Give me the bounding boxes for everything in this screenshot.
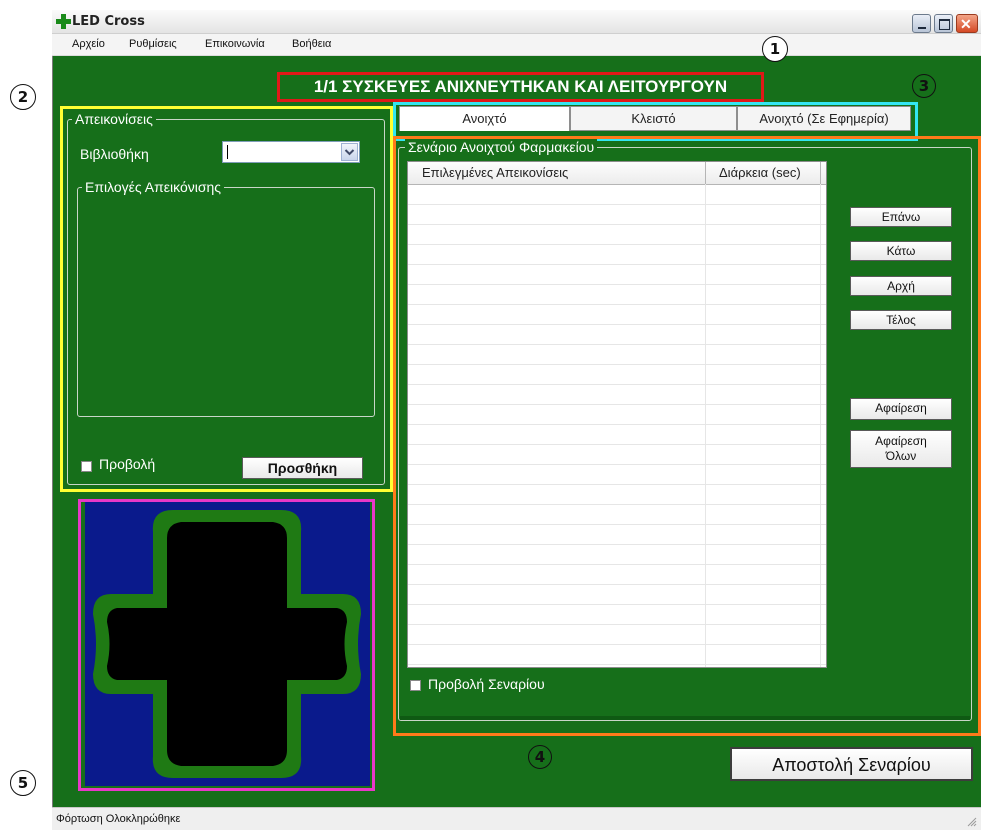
send-scenario-button[interactable]: Αποστολή Σεναρίου [730, 747, 973, 781]
menu-help[interactable]: Βοήθεια [292, 38, 331, 50]
preview-checkbox[interactable] [81, 461, 92, 472]
table-header: Επιλεγμένες Απεικονίσεις Διάρκεια (sec) [408, 162, 826, 185]
minimize-icon[interactable] [912, 14, 931, 33]
table-row[interactable] [408, 564, 826, 565]
library-select[interactable] [222, 141, 360, 163]
menu-bar: Αρχείο Ρυθμίσεις Επικοινωνία Βοήθεια [52, 34, 981, 56]
table-row[interactable] [408, 284, 826, 285]
scenario-preview-label: Προβολή Σεναρίου [428, 676, 545, 692]
status-text: Φόρτωση Ολοκληρώθηκε [56, 813, 181, 825]
tab-on-duty[interactable]: Ανοιχτό (Σε Εφημερία) [737, 106, 911, 131]
display-options-group [77, 187, 375, 417]
table-row[interactable] [408, 424, 826, 425]
table-row[interactable] [408, 224, 826, 225]
tab-open[interactable]: Ανοιχτό [399, 106, 570, 131]
preview-label: Προβολή [99, 456, 156, 472]
remove-all-button[interactable]: Αφαίρεση Όλων [850, 430, 952, 468]
column-selected-displays[interactable]: Επιλεγμένες Απεικονίσεις [422, 165, 568, 180]
display-options-title: Επιλογές Απεικόνισης [82, 179, 225, 195]
title-bar [52, 10, 981, 34]
table-row[interactable] [408, 264, 826, 265]
move-up-button[interactable]: Επάνω [850, 207, 952, 227]
move-start-button[interactable]: Αρχή [850, 276, 952, 296]
tab-closed[interactable]: Κλειστό [570, 106, 737, 131]
table-row[interactable] [408, 384, 826, 385]
table-row[interactable] [408, 504, 826, 505]
table-row[interactable] [408, 544, 826, 545]
resize-grip-icon[interactable] [967, 817, 977, 827]
maximize-icon[interactable] [934, 14, 953, 33]
callout-3: 3 [912, 74, 936, 98]
scenario-scrollbar[interactable] [400, 716, 970, 720]
table-row[interactable] [408, 524, 826, 525]
led-cross-preview [85, 502, 370, 786]
column-duration[interactable]: Διάρκεια (sec) [719, 165, 801, 180]
status-bar: Φόρτωση Ολοκληρώθηκε [52, 807, 981, 830]
window-title: LED Cross [72, 14, 145, 29]
remove-button[interactable]: Αφαίρεση [850, 398, 952, 420]
table-row[interactable] [408, 204, 826, 205]
menu-communication[interactable]: Επικοινωνία [205, 38, 265, 50]
table-row[interactable] [408, 344, 826, 345]
table-row[interactable] [408, 444, 826, 445]
table-row[interactable] [408, 584, 826, 585]
menu-settings[interactable]: Ρυθμίσεις [129, 38, 177, 50]
scenario-table[interactable]: Επιλεγμένες Απεικονίσεις Διάρκεια (sec) [407, 161, 827, 668]
table-row[interactable] [408, 244, 826, 245]
close-icon[interactable]: ✕ [956, 14, 978, 33]
table-row[interactable] [408, 604, 826, 605]
table-row[interactable] [408, 664, 826, 665]
table-row[interactable] [408, 324, 826, 325]
table-row[interactable] [408, 364, 826, 365]
library-label: Βιβλιοθήκη [80, 146, 149, 162]
table-row[interactable] [408, 404, 826, 405]
table-row[interactable] [408, 484, 826, 485]
callout-5: 5 [10, 770, 36, 796]
callout-1: 1 [762, 36, 788, 62]
add-button[interactable]: Προσθήκη [242, 457, 363, 479]
remove-all-line-1: Αφαίρεση [875, 434, 927, 448]
scenario-preview-checkbox[interactable] [410, 680, 421, 691]
scenario-group-title: Σενάριο Ανοιχτού Φαρμακείου [405, 139, 598, 155]
chevron-down-icon[interactable] [341, 143, 358, 161]
table-row[interactable] [408, 624, 826, 625]
displays-group-title: Απεικονίσεις [72, 111, 156, 127]
move-end-button[interactable]: Τέλος [850, 310, 952, 330]
table-row[interactable] [408, 304, 826, 305]
callout-4: 4 [528, 745, 552, 769]
table-row[interactable] [408, 464, 826, 465]
green-cross-icon [56, 14, 71, 29]
table-row[interactable] [408, 644, 826, 645]
remove-all-line-2: Όλων [885, 449, 917, 463]
menu-file[interactable]: Αρχείο [72, 38, 105, 50]
move-down-button[interactable]: Κάτω [850, 241, 952, 261]
callout-2: 2 [10, 84, 36, 110]
device-status-banner: 1/1 ΣΥΣΚΕΥΕΣ ΑΝΙΧΝΕΥΤΗΚΑΝ ΚΑΙ ΛΕΙΤΟΥΡΓΟΥ… [313, 77, 728, 96]
